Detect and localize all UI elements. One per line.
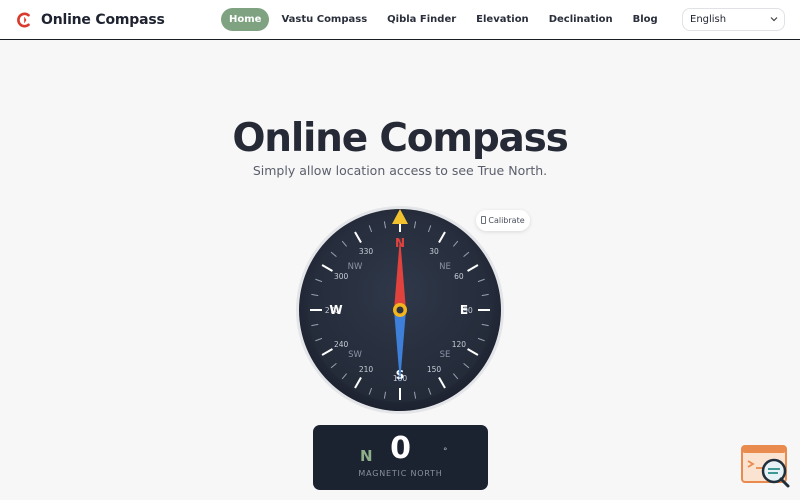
needle-pivot-center: [396, 306, 404, 314]
nav-vastu-compass[interactable]: Vastu Compass: [273, 8, 375, 31]
degree-label-60: 60: [454, 272, 464, 281]
language-select[interactable]: English: [682, 8, 785, 31]
nav-home[interactable]: Home: [221, 8, 270, 31]
cardinal-west: W: [329, 303, 342, 317]
intercardinal-sw: SW: [348, 350, 362, 360]
page-title: Online Compass: [232, 116, 569, 161]
compass-graphic: 306090120150180210240270300330 NW NE SW …: [296, 206, 504, 414]
calibrate-button[interactable]: Calibrate: [476, 210, 530, 231]
intercardinal-ne: NE: [439, 262, 451, 272]
degree-label-210: 210: [359, 365, 374, 374]
compass-dial[interactable]: 306090120150180210240270300330 NW NE SW …: [290, 200, 510, 420]
degree-label-120: 120: [452, 340, 467, 349]
chevron-down-icon: [770, 17, 778, 22]
brand[interactable]: Online Compass: [16, 9, 165, 31]
nav-qibla-finder[interactable]: Qibla Finder: [379, 8, 464, 31]
degree-label-330: 330: [359, 247, 374, 256]
nav-declination[interactable]: Declination: [541, 8, 621, 31]
phone-icon: [481, 216, 487, 224]
nav-elevation[interactable]: Elevation: [468, 8, 537, 31]
language-select-value: English: [690, 14, 727, 25]
degree-label-30: 30: [429, 247, 439, 256]
intercardinal-se: SE: [440, 350, 451, 360]
readout-degrees: 0: [390, 431, 411, 466]
page-subtitle: Simply allow location access to see True…: [252, 163, 548, 178]
heading-readout: N 0 ° MAGNETIC NORTH: [313, 425, 488, 490]
top-navbar: Online Compass Home Vastu Compass Qibla …: [0, 0, 800, 40]
cardinal-east: E: [460, 303, 468, 317]
main-nav: Home Vastu Compass Qibla Finder Elevatio…: [221, 8, 670, 31]
compass-c-logo-icon: [17, 12, 30, 28]
brand-name: Online Compass: [41, 12, 165, 28]
readout-unit: °: [443, 447, 448, 457]
intercardinal-nw: NW: [348, 262, 363, 272]
nav-blog[interactable]: Blog: [625, 8, 666, 31]
degree-label-240: 240: [334, 340, 349, 349]
calibrate-label: Calibrate: [488, 216, 525, 225]
degree-label-300: 300: [334, 272, 349, 281]
chat-search-icon: [741, 445, 790, 488]
readout-label: MAGNETIC NORTH: [358, 469, 443, 478]
help-widget-button[interactable]: [740, 444, 792, 490]
degree-label-150: 150: [427, 365, 442, 374]
